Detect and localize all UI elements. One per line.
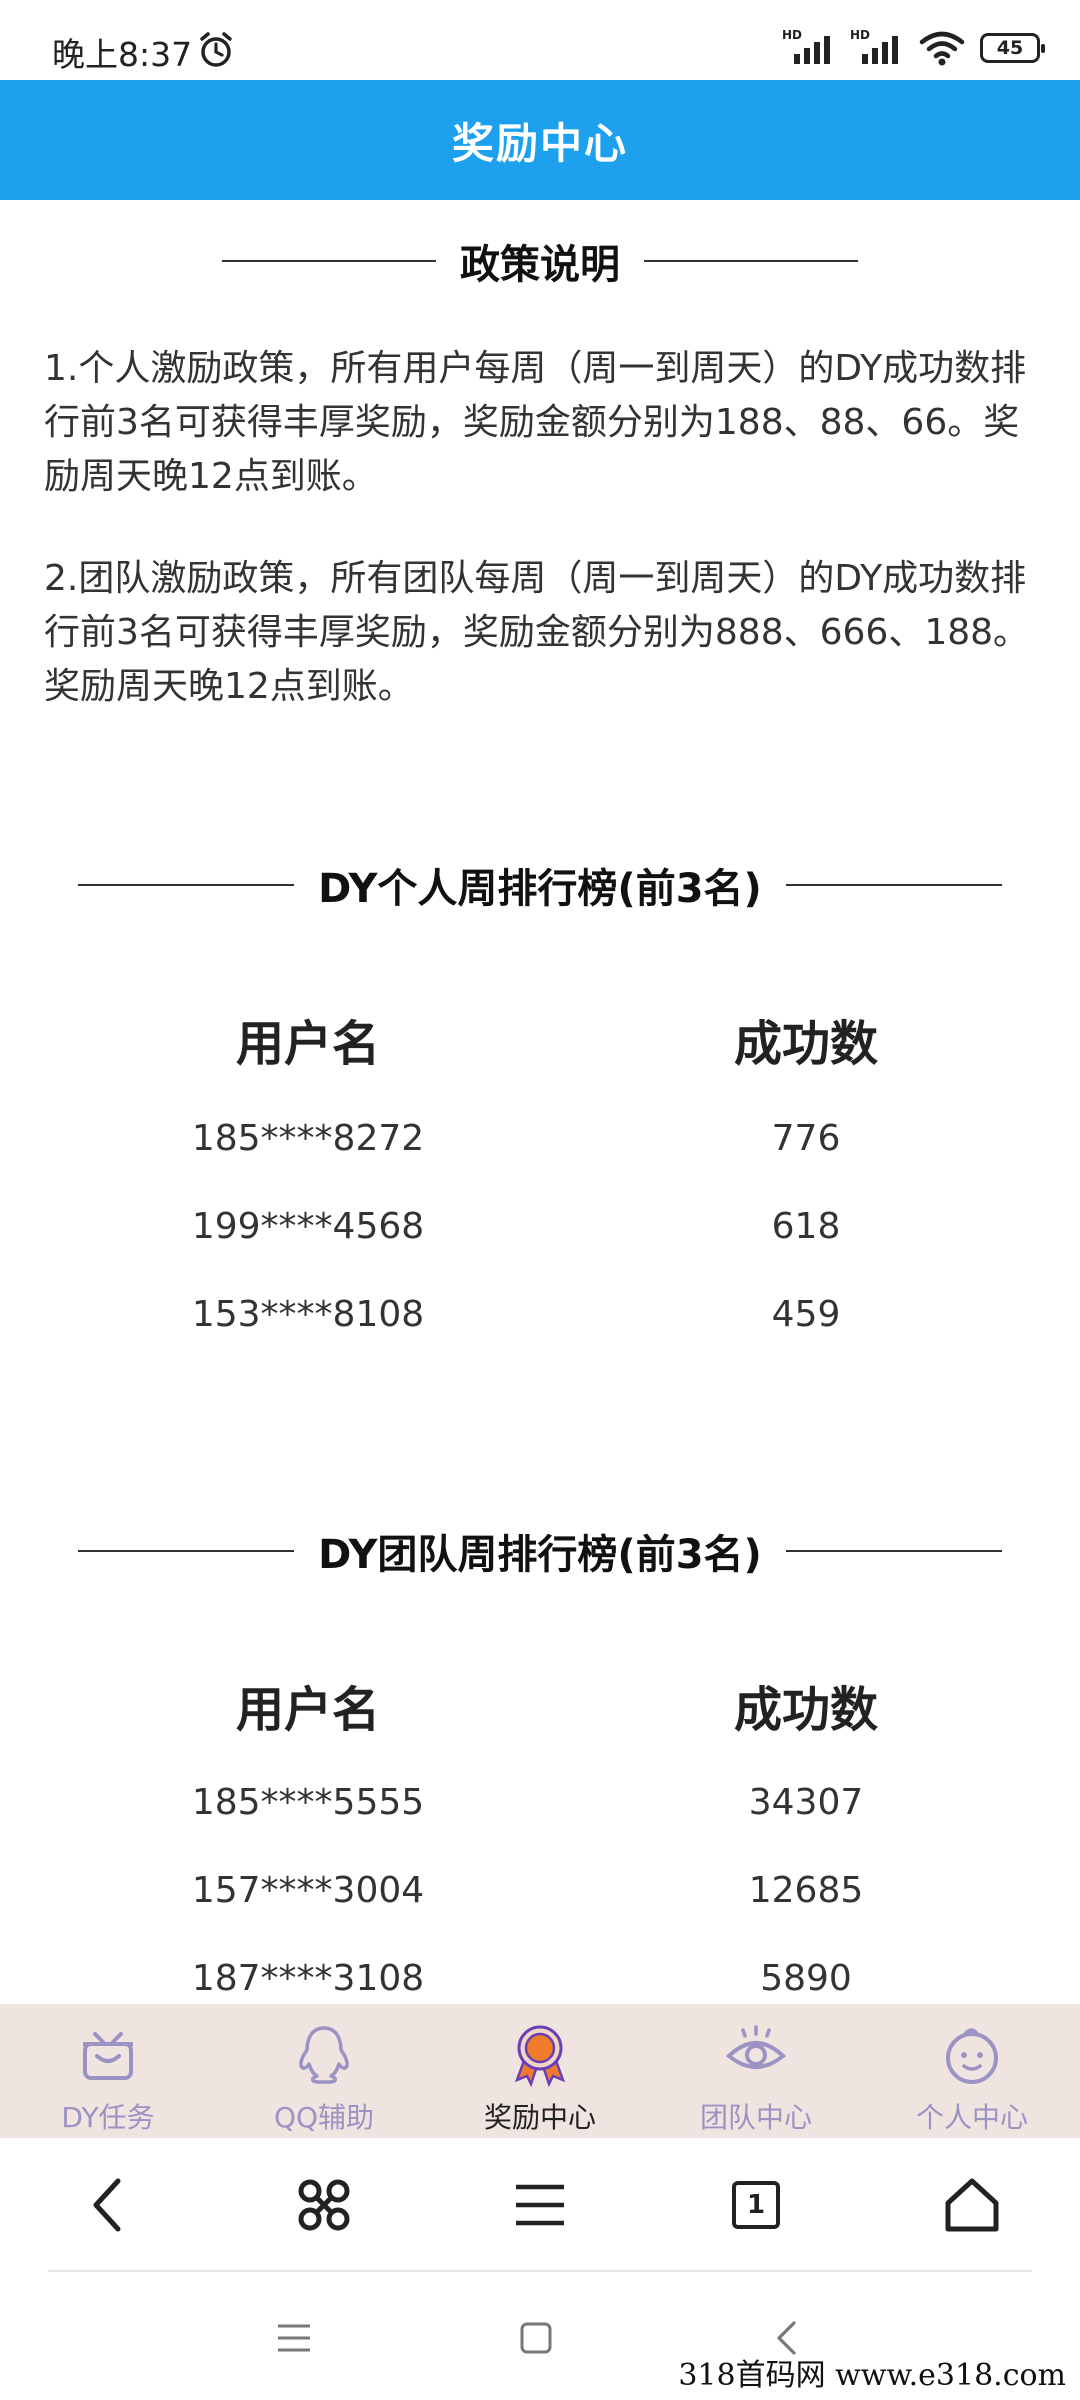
divider-line	[785, 884, 1002, 886]
tab-qq-assist[interactable]: QQ辅助	[216, 2004, 432, 2138]
bottom-tab-bar: DY任务 QQ辅助 奖励中心 团队中心 个人中心	[0, 2004, 1080, 2138]
personal-rank-title: DY个人周排行榜(前3名)	[318, 866, 762, 912]
tab-label: 奖励中心	[483, 2101, 596, 2134]
eye-icon	[725, 2025, 787, 2069]
back-button[interactable]	[68, 2165, 148, 2245]
status-time: 晚上8:37	[52, 35, 193, 74]
command-icon	[298, 2179, 350, 2231]
status-bar: 晚上8:37 HD HD 45	[0, 0, 1080, 80]
signal-icon-2: HD	[850, 28, 904, 68]
gift-box-icon	[83, 2032, 133, 2080]
table-row-username: 199****4568	[191, 1206, 425, 1247]
page-title: 奖励中心	[451, 118, 628, 168]
personal-rank-section-title: DY个人周排行榜(前3名)	[0, 856, 1080, 914]
tab-label: QQ辅助	[273, 2101, 375, 2134]
policy-section-title: 政策说明	[0, 232, 1080, 290]
wifi-icon	[919, 31, 965, 66]
divider-line	[222, 260, 436, 262]
watermark-text: 318首码网 www.e318.com	[678, 2358, 1066, 2393]
recent-apps-icon	[278, 2324, 310, 2352]
status-icons: HD HD 45	[782, 26, 1045, 70]
battery-icon: 45	[980, 33, 1045, 63]
medal-icon	[514, 2025, 566, 2088]
table-row-username: 185****8272	[191, 1118, 425, 1159]
table-row-count: 12685	[748, 1870, 864, 1911]
tab-team-center[interactable]: 团队中心	[648, 2004, 864, 2138]
column-header-username: 用户名	[235, 1682, 380, 1738]
team-rank-section-title: DY团队周排行榜(前3名)	[0, 1522, 1080, 1580]
hamburger-menu-icon	[516, 2184, 564, 2226]
square-home-icon	[520, 2322, 552, 2354]
system-navigation-bar: 318首码网 www.e318.com	[0, 2272, 1080, 2400]
home-button[interactable]	[932, 2165, 1012, 2245]
table-row-username: 153****8108	[191, 1294, 425, 1335]
divider-line	[78, 1550, 295, 1552]
table-row-count: 5890	[760, 1958, 852, 1999]
penguin-icon	[299, 2026, 349, 2084]
tabs-button[interactable]: 1	[716, 2165, 796, 2245]
shortcuts-button[interactable]	[284, 2165, 364, 2245]
table-row-username: 185****5555	[191, 1782, 425, 1823]
tab-reward-center[interactable]: 奖励中心	[432, 2004, 648, 2138]
team-rank-title: DY团队周排行榜(前3名)	[318, 1532, 762, 1578]
policy-title: 政策说明	[460, 242, 620, 288]
chevron-left-icon	[93, 2178, 121, 2232]
menu-button[interactable]	[500, 2165, 580, 2245]
table-row-count: 459	[771, 1294, 841, 1335]
tab-dy-task[interactable]: DY任务	[0, 2004, 216, 2138]
browser-toolbar: 1	[0, 2138, 1080, 2272]
table-row-count: 34307	[748, 1782, 864, 1823]
alarm-clock-icon	[200, 32, 232, 67]
recent-apps-button[interactable]	[264, 2308, 324, 2368]
column-header-success-count: 成功数	[733, 1682, 878, 1738]
tab-label: DY任务	[61, 2101, 155, 2134]
home-nav-button[interactable]	[506, 2308, 566, 2368]
policy-item-2: 2.团队激励政策，所有团队每周（周一到周天）的DY成功数排行前3名可获得丰厚奖励…	[44, 558, 1030, 707]
table-row-username: 187****3108	[191, 1958, 425, 1999]
tab-label: 个人中心	[915, 2101, 1028, 2134]
divider-line	[644, 260, 858, 262]
divider-line	[785, 1550, 1002, 1552]
table-row-count: 776	[771, 1118, 841, 1159]
home-icon	[945, 2178, 999, 2232]
table-row-username: 157****3004	[191, 1870, 425, 1911]
app-header: 奖励中心	[0, 80, 1080, 200]
tab-label: 团队中心	[699, 2101, 812, 2134]
smiley-icon	[946, 2028, 998, 2084]
tab-count: 1	[746, 2190, 766, 2220]
tabs-count-icon: 1	[732, 2181, 780, 2229]
tab-personal-center[interactable]: 个人中心	[864, 2004, 1080, 2138]
divider-line	[78, 884, 295, 886]
table-row-count: 618	[771, 1206, 841, 1247]
battery-level: 45	[996, 37, 1024, 59]
signal-icon: HD	[782, 28, 836, 68]
policy-item-1: 1.个人激励政策，所有用户每周（周一到周天）的DY成功数排行前3名可获得丰厚奖励…	[44, 348, 1027, 497]
column-header-success-count: 成功数	[733, 1016, 878, 1072]
column-header-username: 用户名	[235, 1016, 380, 1072]
